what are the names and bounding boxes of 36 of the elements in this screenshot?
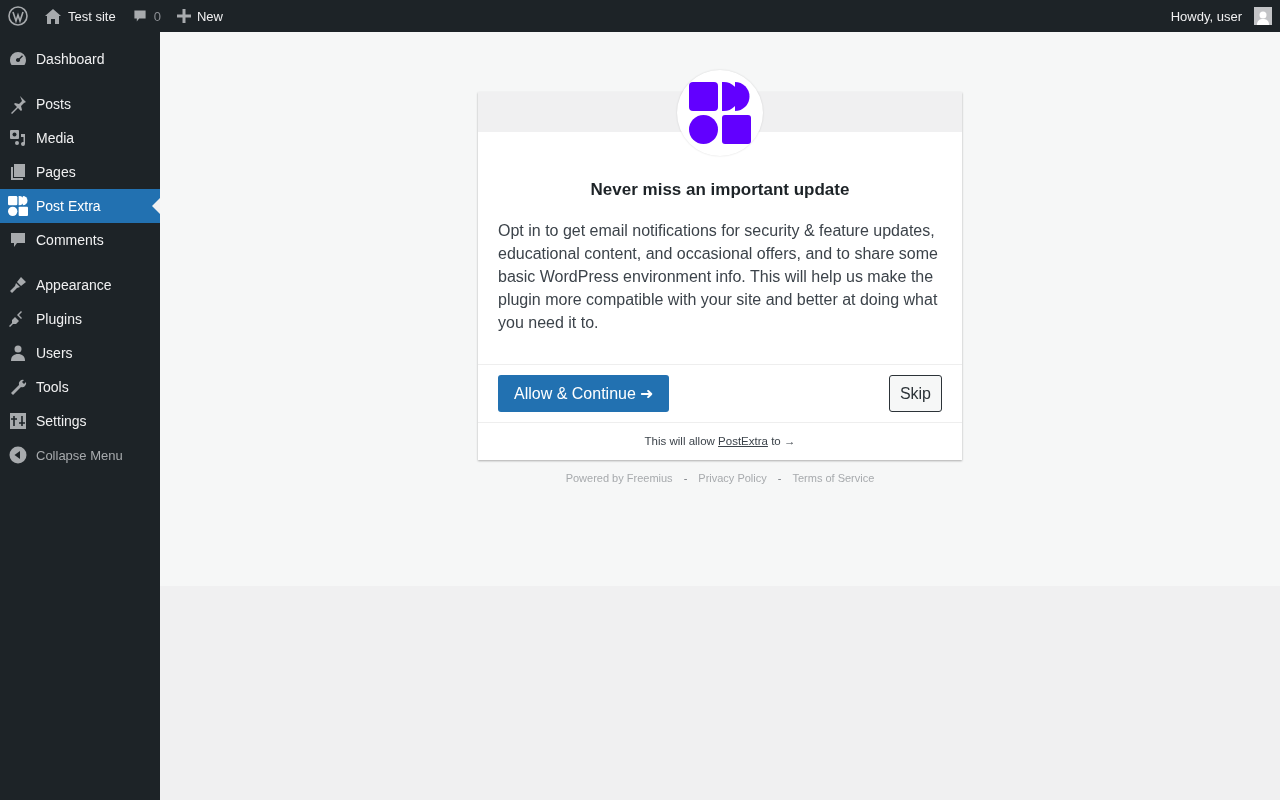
sidebar-item[interactable]: Dashboard (0, 42, 160, 76)
plus-icon (176, 9, 191, 23)
new-link[interactable]: New (168, 0, 231, 32)
site-name-link[interactable]: Test site (36, 0, 124, 32)
avatar-icon (1254, 7, 1272, 25)
settings-icon (8, 411, 28, 431)
allow-continue-button[interactable]: Allow & Continue ➜ (498, 375, 670, 412)
optin-message: Opt in to get email notifications for security & feature updates, educational content, and occasional offers, and to share some basic WordPress environment info. This will help us make the plugin more compatible with your site and better at doing what you need it to. (498, 221, 939, 333)
shapes-icon (8, 196, 28, 216)
user-icon (8, 343, 28, 363)
plugin-link[interactable]: PostExtra (718, 435, 768, 447)
sidebar-item[interactable]: Users (0, 336, 160, 370)
account-menu[interactable]: Howdy, user (1162, 0, 1280, 32)
permissions-toggle[interactable]: This will allow PostExtra to → (478, 423, 962, 460)
sidebar-item[interactable]: Post Extra (0, 189, 160, 223)
paintbrush-icon (8, 275, 28, 295)
sidebar-item[interactable]: Settings (0, 404, 160, 438)
sidebar-item[interactable]: Plugins (0, 302, 160, 336)
media-icon (8, 128, 28, 148)
sidebar-item[interactable]: Posts (0, 87, 160, 121)
home-icon (44, 8, 62, 24)
collapse-menu-button[interactable]: Collapse Menu (0, 438, 160, 472)
optin-title: Never miss an important update (589, 180, 851, 200)
plugin-logo-icon (689, 82, 751, 144)
speech-bubble-icon (131, 8, 148, 24)
sidebar-item[interactable]: Pages (0, 155, 160, 189)
sidebar-item[interactable]: Tools (0, 370, 160, 404)
footer-separator: - (776, 472, 783, 484)
pages-icon (8, 162, 28, 182)
wordpress-logo-icon[interactable] (8, 6, 28, 26)
sidebar-item[interactable]: Media (0, 121, 160, 155)
sidebar-item[interactable]: Appearance (0, 268, 160, 302)
footer-separator: - (682, 472, 689, 484)
comments-link[interactable]: 0 (123, 0, 169, 32)
sidebar-item[interactable]: Comments (0, 223, 160, 257)
skip-button[interactable]: Skip (888, 375, 942, 412)
